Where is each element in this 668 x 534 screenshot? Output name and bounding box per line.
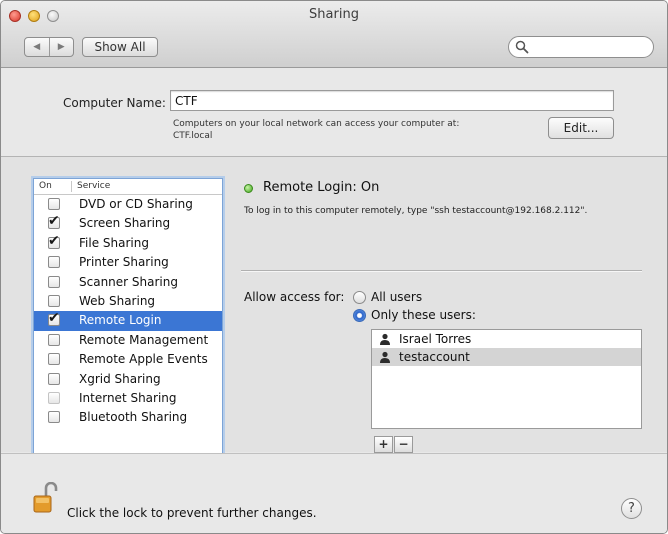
service-label: Web Sharing <box>79 293 156 308</box>
checkmark-icon: ✔ <box>48 213 60 230</box>
back-forward-buttons: ◀ ▶ <box>24 37 74 57</box>
service-checkbox[interactable] <box>48 294 60 307</box>
show-all-button[interactable]: Show All <box>82 37 158 57</box>
service-row[interactable]: Internet Sharing <box>34 389 222 408</box>
forward-button[interactable]: ▶ <box>48 38 74 56</box>
service-label: Remote Management <box>79 332 209 347</box>
service-label: Printer Sharing <box>79 255 169 270</box>
header-service: Service <box>77 181 111 191</box>
service-row[interactable]: Remote Management <box>34 331 222 350</box>
user-row[interactable]: testaccount <box>372 348 641 366</box>
service-label: DVD or CD Sharing <box>79 197 193 211</box>
header-on: On <box>39 181 52 191</box>
service-status-title: Remote Login: On <box>263 180 380 195</box>
allowed-users-list: Israel Torres testaccount <box>371 329 642 429</box>
service-checkbox[interactable] <box>48 391 60 404</box>
sharing-main-pane: On Service DVD or CD Sharing ✔ Screen Shar… <box>1 157 667 461</box>
service-row[interactable]: Printer Sharing <box>34 253 222 272</box>
edit-button[interactable]: Edit... <box>548 117 614 139</box>
person-icon <box>380 333 390 345</box>
all-users-label[interactable]: All users <box>371 290 422 304</box>
header-divider <box>71 181 72 192</box>
service-label: Internet Sharing <box>79 390 177 405</box>
search-icon <box>515 40 529 54</box>
computer-name-local-address: CTF.local <box>173 131 213 141</box>
service-checkbox[interactable] <box>48 256 60 269</box>
user-name: Israel Torres <box>399 332 472 346</box>
service-row[interactable]: DVD or CD Sharing <box>34 195 222 214</box>
allow-access-label: Allow access for: <box>244 290 345 304</box>
service-checkbox[interactable] <box>48 372 60 385</box>
computer-name-field[interactable] <box>170 90 614 111</box>
service-checkbox[interactable]: ✔ <box>48 232 60 249</box>
service-row[interactable]: ✔ Screen Sharing <box>34 214 222 233</box>
service-checkbox[interactable] <box>48 353 60 366</box>
service-list: On Service DVD or CD Sharing ✔ Screen Shar… <box>33 178 223 461</box>
service-checkbox[interactable]: ✔ <box>48 213 60 230</box>
title-bar: Sharing ◀ ▶ Show All <box>1 1 667 68</box>
service-label: Xgrid Sharing <box>79 371 161 386</box>
user-row[interactable]: Israel Torres <box>372 330 641 348</box>
checkmark-icon: ✔ <box>48 232 60 249</box>
only-these-users-radio[interactable] <box>353 309 366 322</box>
service-row[interactable]: ✔ File Sharing <box>34 234 222 253</box>
remove-user-button[interactable]: − <box>394 436 413 453</box>
service-checkbox[interactable] <box>48 198 60 210</box>
lock-message: Click the lock to prevent further change… <box>67 506 317 520</box>
service-row[interactable]: ✔ Remote Login <box>34 310 222 331</box>
service-checkbox[interactable]: ✔ <box>48 310 60 327</box>
help-button[interactable]: ? <box>621 498 642 519</box>
person-icon <box>380 351 390 363</box>
computer-name-section: Computer Name: Computers on your local n… <box>1 68 667 157</box>
service-row[interactable]: Web Sharing <box>34 292 222 311</box>
service-row[interactable]: Remote Apple Events <box>34 350 222 369</box>
all-users-radio[interactable] <box>353 291 366 304</box>
only-these-users-label[interactable]: Only these users: <box>371 308 476 322</box>
computer-name-description-line1: Computers on your local network can acce… <box>173 119 460 129</box>
remote-login-instructions: To log in to this computer remotely, typ… <box>244 206 588 216</box>
service-list-header: On Service <box>34 179 222 195</box>
back-button[interactable]: ◀ <box>25 38 49 56</box>
user-name: testaccount <box>399 350 470 364</box>
computer-name-description: Computers on your local network can acce… <box>173 118 459 142</box>
service-label: Remote Apple Events <box>79 352 208 367</box>
service-row[interactable]: Xgrid Sharing <box>34 370 222 389</box>
sharing-window: Sharing ◀ ▶ Show All Computer Name: Comp… <box>0 0 668 534</box>
service-row[interactable]: Scanner Sharing <box>34 273 222 292</box>
service-rows: DVD or CD Sharing ✔ Screen Sharing ✔ File Sh… <box>34 195 222 428</box>
service-label: Bluetooth Sharing <box>79 410 188 425</box>
section-divider <box>241 270 642 272</box>
window-title: Sharing <box>309 7 359 22</box>
service-label: Scanner Sharing <box>79 274 178 289</box>
service-checkbox[interactable] <box>48 333 60 346</box>
service-label: Remote Login <box>79 313 162 328</box>
service-checkbox[interactable] <box>48 275 60 288</box>
lock-icon[interactable] <box>32 482 58 514</box>
service-checkbox[interactable] <box>48 411 60 424</box>
checkmark-icon: ✔ <box>48 310 60 327</box>
computer-name-label: Computer Name: <box>63 96 166 110</box>
service-row[interactable]: Bluetooth Sharing <box>34 408 222 427</box>
search-field[interactable] <box>508 36 654 58</box>
user-rows: Israel Torres testaccount <box>372 330 641 366</box>
status-indicator-icon <box>244 184 253 193</box>
add-user-button[interactable]: + <box>374 436 393 453</box>
service-label: Screen Sharing <box>79 216 171 231</box>
footer-bar: Click the lock to prevent further change… <box>1 453 667 533</box>
service-label: File Sharing <box>79 235 149 250</box>
